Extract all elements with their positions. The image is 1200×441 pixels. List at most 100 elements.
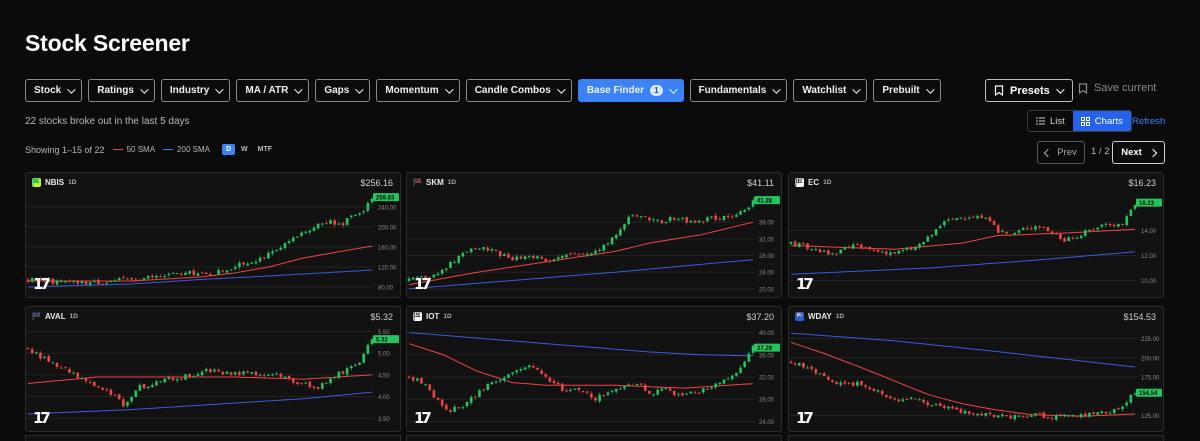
- candle-body: [221, 371, 225, 375]
- candle-body: [362, 353, 366, 363]
- candle-body: [229, 269, 233, 271]
- candle-body: [1013, 232, 1017, 235]
- timeframe-mtf-button[interactable]: MTF: [254, 144, 276, 155]
- candle-body: [55, 362, 59, 367]
- filter-stock-button[interactable]: Stock: [25, 79, 83, 102]
- candle-body: [885, 395, 888, 398]
- candle-body: [619, 388, 622, 390]
- tradingview-logo: 17: [796, 409, 814, 427]
- candle-body: [743, 209, 747, 212]
- chart-card-ec[interactable]: 14.00 12.00 10.00 16.23 E EC 1D $16.23 17: [788, 172, 1164, 298]
- candle-body: [457, 255, 461, 263]
- candle-body: [242, 371, 245, 375]
- showing-bar: Showing 1–15 of 22 50 SMA 200 SMA D W MT…: [25, 144, 276, 155]
- bookmark-outline-icon: [1078, 82, 1088, 94]
- ticker-symbol[interactable]: AVAL: [45, 312, 66, 321]
- chart-card-skm[interactable]: 36.00 32.00 28.00 24.00 20.00 41.28 SK SKM 1D $41…: [406, 172, 782, 298]
- candle-body: [561, 256, 564, 259]
- view-toggle: List Charts: [1027, 110, 1132, 132]
- candle-body: [159, 381, 162, 383]
- candle-body: [316, 223, 320, 229]
- candle-body: [639, 383, 643, 385]
- flag-icon[interactable]: [413, 178, 421, 187]
- ticker-symbol[interactable]: NBIS: [45, 178, 64, 187]
- candle-body: [972, 413, 975, 415]
- presets-button[interactable]: Presets: [985, 79, 1073, 102]
- filter-ma-atr-button[interactable]: MA / ATR: [236, 79, 310, 102]
- candle-body: [718, 218, 722, 220]
- refresh-link[interactable]: Refresh: [1132, 116, 1165, 127]
- candle-body: [163, 378, 167, 383]
- candle-body: [967, 411, 971, 415]
- filter-base-finder-button[interactable]: Base Finder 1: [577, 79, 684, 102]
- candle-body: [1096, 412, 1099, 415]
- candle-body: [548, 260, 552, 262]
- filter-watchlist-button[interactable]: Watchlist: [793, 79, 868, 102]
- candle-body: [656, 219, 659, 221]
- prev-page-button[interactable]: Prev: [1037, 141, 1085, 164]
- candle-body: [1071, 415, 1075, 417]
- candle-body: [175, 273, 179, 275]
- chart-card-nbis[interactable]: 240.00200.00160.00120.0080.00259.83NNBIS…: [25, 172, 401, 298]
- save-current-button[interactable]: Save current: [1078, 82, 1156, 94]
- candle-body: [420, 377, 423, 384]
- timeframe-label: 1D: [835, 313, 845, 320]
- filter-ratings-button[interactable]: Ratings: [88, 79, 155, 102]
- filter-label: Gaps: [324, 85, 350, 96]
- candle-body: [1088, 229, 1091, 231]
- filter-gaps-button[interactable]: Gaps: [315, 79, 371, 102]
- timeframe-d-button[interactable]: D: [221, 144, 236, 155]
- flag-icon[interactable]: [413, 312, 421, 321]
- candle-body: [793, 241, 797, 247]
- candle-body: [926, 402, 930, 406]
- view-list-button[interactable]: List: [1028, 111, 1073, 131]
- candle-body: [963, 410, 967, 414]
- candle-body: [246, 371, 249, 373]
- chart-card-wday[interactable]: 225.00 200.00 175.00 125.00 154.54 W WDAY 1D $15…: [788, 306, 1164, 432]
- candle-body: [914, 398, 917, 400]
- candle-body: [930, 234, 934, 237]
- candle-body: [300, 383, 303, 385]
- candle-body: [175, 379, 179, 381]
- flag-icon[interactable]: [795, 178, 803, 187]
- candle-body: [1096, 227, 1099, 230]
- filter-fundamentals-button[interactable]: Fundamentals: [689, 79, 788, 102]
- candle-body: [490, 382, 494, 385]
- view-charts-button[interactable]: Charts: [1072, 111, 1131, 131]
- flag-icon[interactable]: [795, 312, 803, 321]
- filter-candle-combos-button[interactable]: Candle Combos: [465, 79, 572, 102]
- candle-body: [59, 281, 63, 283]
- candle-body: [159, 276, 162, 278]
- ticker-symbol[interactable]: WDAY: [808, 312, 832, 321]
- ticker-symbol[interactable]: EC: [808, 178, 819, 187]
- candle-body: [72, 280, 75, 282]
- ticker-symbol[interactable]: IOT: [426, 312, 439, 321]
- candle-body: [664, 388, 668, 390]
- price-chart: 14.00 12.00 10.00 16.23: [789, 198, 1162, 285]
- next-page-button[interactable]: Next: [1112, 141, 1165, 164]
- ticker-symbol[interactable]: SKM: [426, 178, 444, 187]
- filter-industry-button[interactable]: Industry: [160, 79, 231, 102]
- y-tick-label: 32.00: [759, 237, 775, 243]
- candle-body: [730, 216, 734, 218]
- candle-body: [1054, 233, 1058, 235]
- chart-card-aval[interactable]: 5.50 5.00 4.50 4.00 3.50 5.32 AV AVAL 1D $5.32 17: [25, 306, 401, 432]
- candle-body: [532, 365, 535, 368]
- chart-card-iot[interactable]: 40.00 36.00 32.00 28.00 24.00 37.29 S IOT 1D $37.…: [406, 306, 782, 432]
- candle-body: [810, 248, 814, 250]
- candle-body: [47, 355, 51, 362]
- candle-body: [109, 281, 113, 283]
- candle-body: [934, 229, 938, 236]
- flag-icon[interactable]: [32, 178, 40, 187]
- candle-body: [1038, 226, 1041, 228]
- flag-icon[interactable]: [32, 312, 40, 321]
- candle-body: [113, 394, 117, 396]
- filter-momentum-button[interactable]: Momentum: [376, 79, 460, 102]
- presets-label: Presets: [1010, 84, 1050, 97]
- timeframe-w-button[interactable]: W: [237, 144, 252, 155]
- candle-body: [802, 243, 805, 245]
- candle-body: [93, 381, 96, 387]
- candle-body: [43, 356, 46, 358]
- filter-prebuilt-button[interactable]: Prebuilt: [873, 79, 941, 102]
- candle-body: [631, 385, 635, 387]
